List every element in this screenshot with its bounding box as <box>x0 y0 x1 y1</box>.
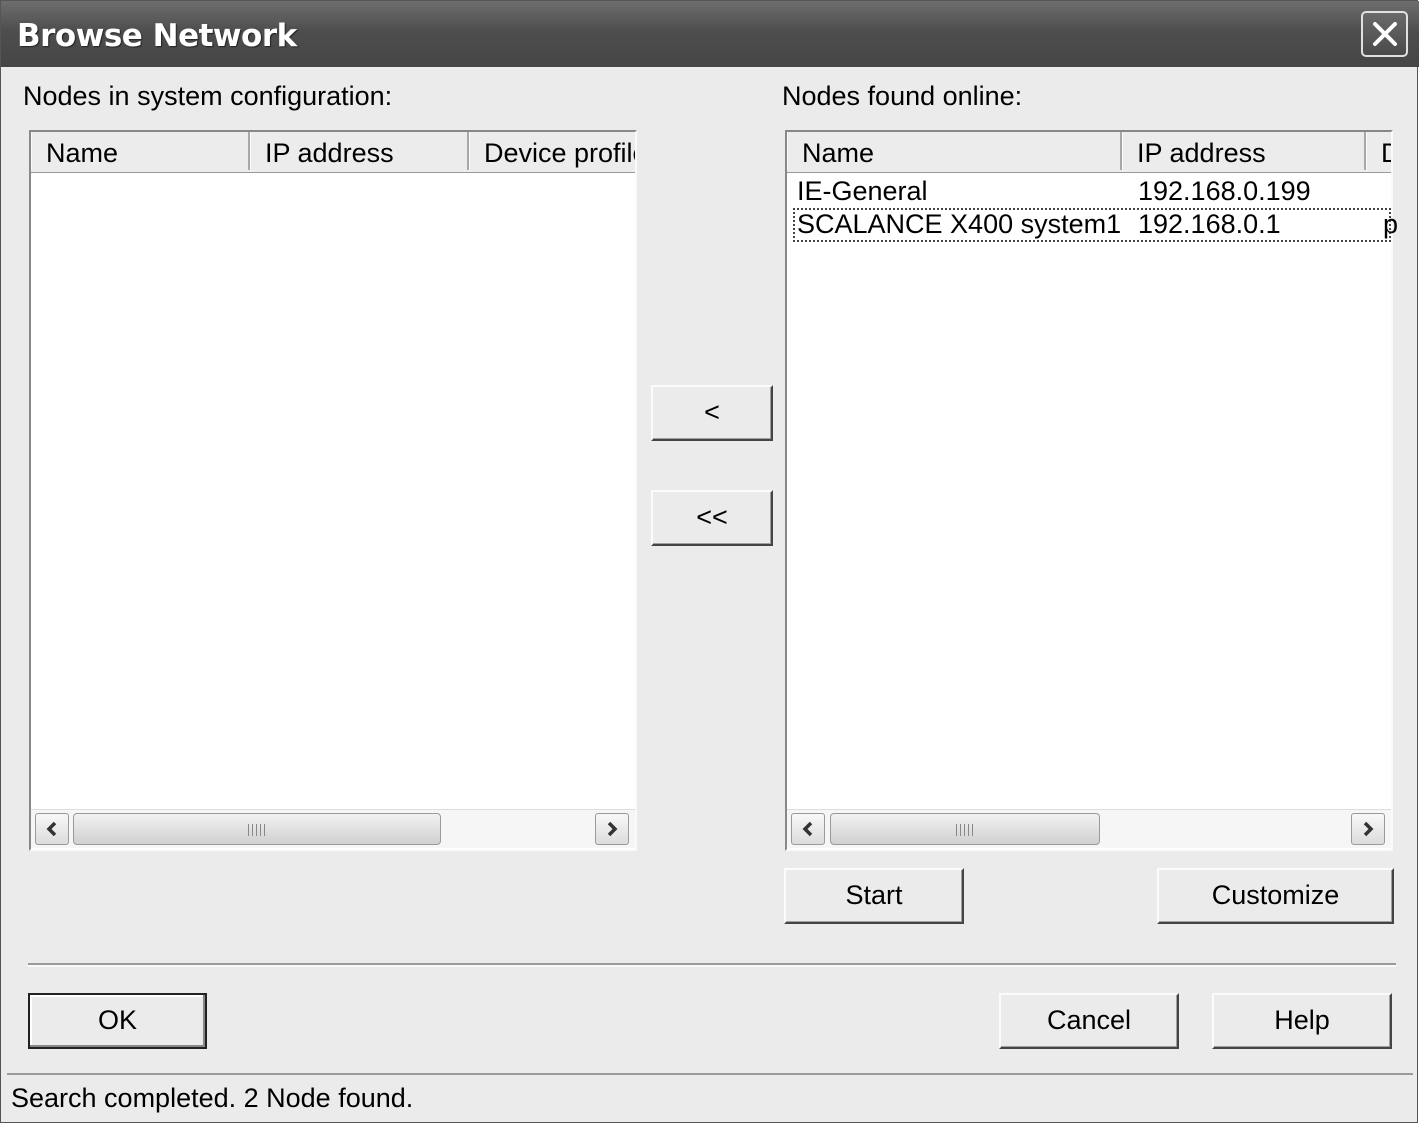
column-header-device-profile[interactable]: Device profile <box>469 132 635 170</box>
nodes-online-list[interactable]: Name IP address D IE-General 192.168.0.1… <box>785 130 1398 851</box>
system-config-list[interactable]: Name IP address Device profile <box>29 130 637 851</box>
node-extra: p <box>1383 209 1399 239</box>
help-button[interactable]: Help <box>1212 993 1392 1049</box>
status-text: Search completed. 2 Node found. <box>11 1083 414 1113</box>
column-header-ip-address[interactable]: IP address <box>1122 132 1366 170</box>
column-header-device[interactable]: D <box>1366 132 1391 170</box>
scroll-left-button[interactable] <box>35 813 69 845</box>
close-button[interactable] <box>1361 11 1408 57</box>
cancel-button[interactable]: Cancel <box>999 993 1179 1049</box>
scroll-grip-icon <box>248 824 266 836</box>
scroll-right-button[interactable] <box>1351 813 1385 845</box>
nodes-online-header: Name IP address D <box>787 132 1391 173</box>
title-bar[interactable]: Browse Network <box>1 1 1419 67</box>
chevron-left-icon <box>46 821 57 837</box>
separator <box>28 963 1396 967</box>
scroll-right-button[interactable] <box>595 813 629 845</box>
chevron-right-icon <box>1363 821 1374 837</box>
nodes-online-label: Nodes found online: <box>782 81 1023 111</box>
column-header-ip-address[interactable]: IP address <box>250 132 469 170</box>
window-title: Browse Network <box>17 18 297 54</box>
table-row[interactable]: IE-General 192.168.0.199 <box>787 175 1391 209</box>
column-header-name[interactable]: Name <box>787 132 1122 170</box>
close-icon <box>1373 22 1397 46</box>
move-all-button[interactable]: << <box>651 490 773 546</box>
system-config-header: Name IP address Device profile <box>31 132 635 173</box>
ok-button[interactable]: OK <box>28 993 207 1049</box>
horizontal-scrollbar[interactable] <box>31 809 635 848</box>
table-row-focused[interactable]: SCALANCE X400 system1 192.168.0.1 p <box>793 208 1398 242</box>
browse-network-dialog: Browse Network Nodes in system configura… <box>0 0 1419 1123</box>
move-selected-button[interactable]: < <box>651 385 773 441</box>
chevron-left-icon <box>802 821 813 837</box>
node-ip: 192.168.0.199 <box>1138 176 1311 206</box>
horizontal-scrollbar[interactable] <box>787 809 1391 848</box>
status-bar: Search completed. 2 Node found. <box>7 1073 1413 1119</box>
node-name: IE-General <box>797 176 928 206</box>
scroll-thumb[interactable] <box>73 813 441 845</box>
scroll-grip-icon <box>956 824 974 836</box>
node-ip: 192.168.0.1 <box>1138 209 1281 239</box>
chevron-right-icon <box>607 821 618 837</box>
column-header-name[interactable]: Name <box>31 132 250 170</box>
customize-button[interactable]: Customize <box>1157 868 1394 924</box>
node-name: SCALANCE X400 system1 <box>797 209 1122 239</box>
start-button[interactable]: Start <box>784 868 964 924</box>
scroll-thumb[interactable] <box>830 813 1100 845</box>
system-config-label: Nodes in system configuration: <box>23 81 393 111</box>
scroll-left-button[interactable] <box>791 813 825 845</box>
